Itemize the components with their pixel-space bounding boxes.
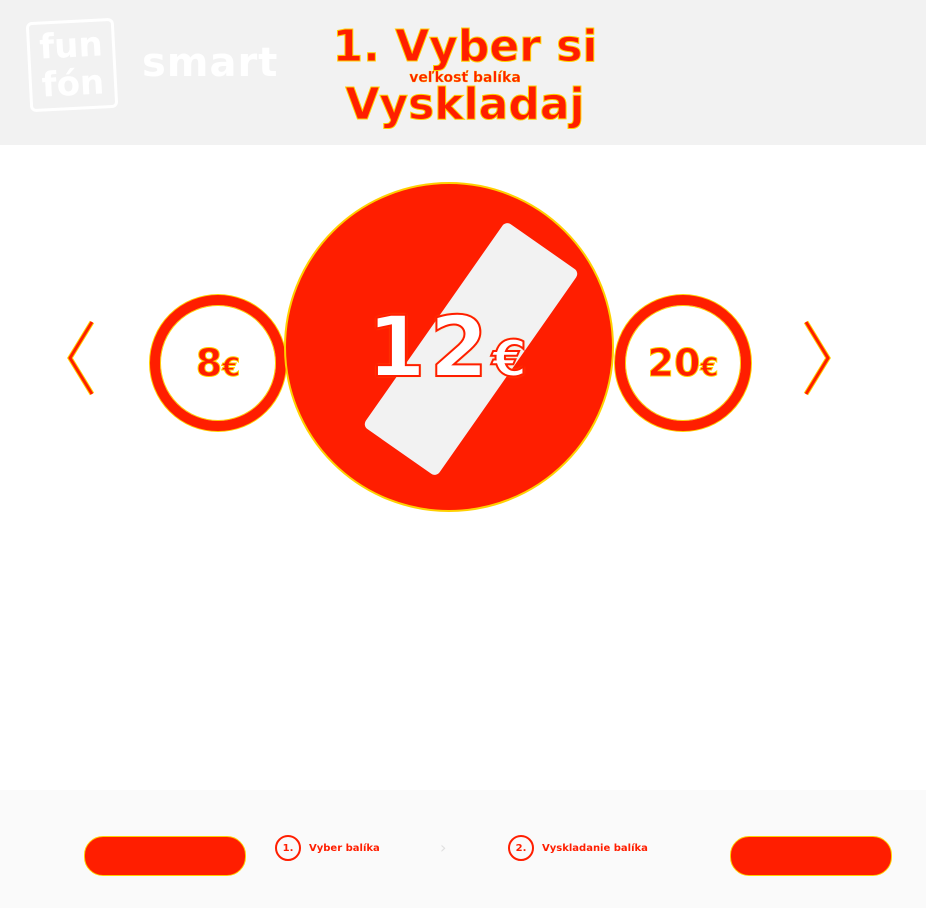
carousel-prev-button[interactable]: [64, 318, 98, 398]
carousel-next-button[interactable]: [800, 318, 834, 398]
option-price: 8€: [195, 341, 241, 386]
step-label: Vyskladanie balíka: [542, 842, 648, 854]
step-indicator-2[interactable]: 2. Vyskladanie balíka: [508, 834, 648, 862]
step-indicator-1[interactable]: 1. Vyber balíka: [275, 834, 380, 862]
logo-line-1: fun: [38, 24, 104, 68]
option-price: 12€: [366, 297, 531, 397]
funfon-logo[interactable]: fun fón: [25, 17, 119, 113]
step-label: Vyber balíka: [309, 842, 380, 854]
option-amount: 12: [366, 297, 493, 397]
option-currency: €: [491, 329, 531, 389]
header: fun fón smart 1. Vyber si Vyskladaj veľk…: [0, 0, 926, 145]
package-option-8[interactable]: 8€: [150, 295, 286, 431]
option-amount: 20: [647, 341, 701, 386]
package-option-12-selected[interactable]: 12€: [284, 182, 614, 512]
package-option-20[interactable]: 20€: [615, 295, 751, 431]
page: fun fón smart 1. Vyber si Vyskladaj veľk…: [0, 0, 926, 908]
option-price: 20€: [647, 341, 719, 386]
back-button[interactable]: [84, 836, 246, 876]
chevron-left-icon: [67, 320, 95, 396]
brand-word: smart: [142, 40, 279, 86]
option-currency: €: [700, 353, 719, 384]
option-currency: €: [222, 353, 241, 384]
page-subtitle: veľkosť balíka: [409, 70, 521, 86]
logo-line-2: fón: [40, 62, 106, 106]
step-number: 2.: [508, 835, 534, 861]
step-separator-icon: ›: [440, 838, 447, 857]
next-button[interactable]: [730, 836, 892, 876]
option-amount: 8: [195, 341, 223, 386]
chevron-right-icon: [803, 320, 831, 396]
step-number: 1.: [275, 835, 301, 861]
